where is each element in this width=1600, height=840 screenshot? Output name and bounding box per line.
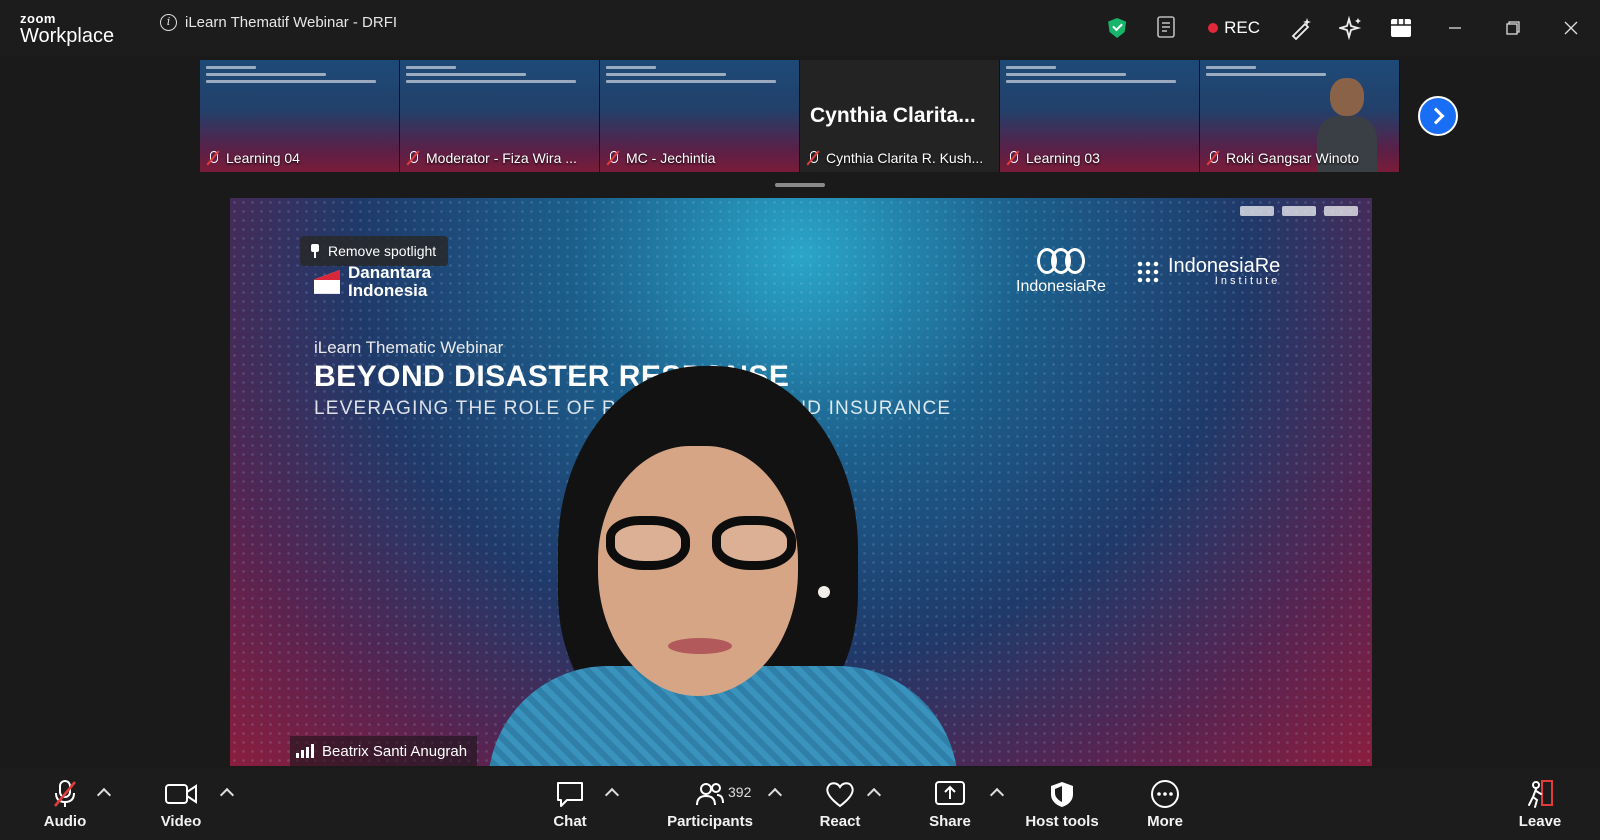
zoom-workplace-logo: zoom Workplace — [20, 12, 114, 46]
logo-left-line2: Indonesia — [348, 280, 428, 300]
participant-thumbnail[interactable]: MC - Jechintia — [600, 60, 800, 172]
remove-spotlight-button[interactable]: Remove spotlight — [300, 236, 449, 266]
speaker-video — [488, 366, 958, 766]
participant-name: Cynthia Clarita R. Kush... — [826, 150, 984, 166]
notes-icon[interactable] — [1142, 0, 1192, 56]
participant-thumbnail[interactable]: Learning 03 — [1000, 60, 1200, 172]
info-icon[interactable]: i — [160, 14, 177, 31]
react-label: React — [819, 812, 861, 830]
participant-name: Roki Gangsar Winoto — [1226, 150, 1360, 166]
chat-options-chevron-icon[interactable] — [604, 787, 620, 803]
minimize-button[interactable] — [1426, 0, 1484, 56]
video-label: Video — [160, 812, 202, 830]
logo-right2-line2: Institute — [1214, 275, 1281, 287]
mic-muted-icon — [806, 150, 820, 166]
share-label: Share — [929, 812, 971, 830]
meeting-toolbar: Audio Video Chat Participants 392 React … — [0, 768, 1600, 840]
participants-label: Participants — [667, 812, 753, 830]
leave-label: Leave — [1518, 812, 1562, 830]
audio-button[interactable]: Audio — [40, 768, 90, 840]
react-options-chevron-icon[interactable] — [866, 787, 882, 803]
rec-label: REC — [1224, 18, 1260, 37]
mic-muted-icon — [406, 150, 420, 166]
chevron-right-icon — [1427, 107, 1444, 125]
more-label: More — [1147, 812, 1183, 830]
meeting-info[interactable]: i iLearn Thematif Webinar - DRFI — [160, 14, 397, 31]
participant-name: Learning 03 — [1026, 150, 1100, 166]
participant-name: MC - Jechintia — [626, 150, 716, 166]
mic-muted-icon — [606, 150, 620, 166]
security-shield-icon[interactable] — [1092, 0, 1142, 56]
indonesiare-institute-logo: IndonesiaRe Institute — [1136, 256, 1280, 287]
spotlight-video[interactable]: Danantara Indonesia Remove spotlight Indo… — [230, 198, 1372, 766]
ai-companion-icon[interactable] — [1326, 0, 1376, 56]
react-button[interactable]: React — [815, 768, 865, 840]
participant-thumbnail[interactable]: Roki Gangsar Winoto — [1200, 60, 1400, 172]
participants-button[interactable]: Participants — [660, 768, 760, 840]
meeting-title: iLearn Thematif Webinar - DRFI — [185, 14, 398, 31]
chat-label: Chat — [553, 812, 587, 830]
danantara-logo: Danantara Indonesia — [314, 264, 431, 300]
chat-button[interactable]: Chat — [540, 768, 600, 840]
recording-indicator[interactable]: REC — [1192, 18, 1276, 38]
leave-button[interactable]: Leave — [1517, 768, 1563, 840]
host-tools-label: Host tools — [1025, 812, 1099, 830]
record-dot-icon — [1208, 23, 1219, 33]
host-tools-button[interactable]: Host tools — [1022, 768, 1102, 840]
close-button[interactable] — [1542, 0, 1600, 56]
participant-display-name: Cynthia Clarita... — [810, 104, 976, 127]
speaker-name: Beatrix Santi Anugrah — [322, 742, 468, 760]
logo-brand-bottom: Workplace — [20, 25, 115, 47]
logo-brand-top: zoom — [20, 11, 56, 26]
signal-strength-icon — [296, 744, 314, 758]
participant-thumbnail[interactable]: Moderator - Fiza Wira ... — [400, 60, 600, 172]
participant-name: Learning 04 — [226, 150, 300, 166]
participant-thumbnail-strip: Learning 04 Moderator - Fiza Wira ... MC… — [200, 60, 1400, 172]
participants-options-chevron-icon[interactable] — [767, 787, 783, 803]
share-button[interactable]: Share — [925, 768, 975, 840]
video-button[interactable]: Video — [155, 768, 207, 840]
remove-spotlight-label: Remove spotlight — [328, 243, 437, 259]
participant-name: Moderator - Fiza Wira ... — [426, 150, 577, 166]
video-options-chevron-icon[interactable] — [219, 787, 235, 803]
pin-icon — [310, 244, 320, 258]
mic-muted-icon — [206, 150, 220, 166]
title-bar: zoom Workplace i iLearn Thematif Webinar… — [0, 0, 1600, 56]
annotate-pen-icon[interactable] — [1276, 0, 1326, 56]
mini-logos — [1240, 206, 1358, 216]
more-button[interactable]: More — [1140, 768, 1190, 840]
participants-count: 392 — [728, 784, 752, 800]
restore-button[interactable] — [1484, 0, 1542, 56]
logo-right2-line1: IndonesiaRe — [1168, 255, 1281, 277]
speaker-name-tag: Beatrix Santi Anugrah — [290, 736, 478, 766]
mic-muted-icon — [1206, 150, 1220, 166]
next-page-button[interactable] — [1418, 96, 1458, 136]
audio-options-chevron-icon[interactable] — [96, 787, 112, 803]
audio-label: Audio — [43, 812, 87, 830]
webinar-subtitle: iLearn Thematic Webinar — [314, 338, 504, 357]
mic-muted-icon — [1006, 150, 1020, 166]
participant-thumbnail[interactable]: Learning 04 — [200, 60, 400, 172]
logo-left-line1: Danantara — [348, 263, 432, 282]
indonesiare-logo: IndonesiaRe — [1016, 248, 1106, 296]
share-options-chevron-icon[interactable] — [989, 787, 1005, 803]
view-layout-icon[interactable] — [1376, 0, 1426, 56]
participant-thumbnail[interactable]: Cynthia Clarita... Cynthia Clarita R. Ku… — [800, 60, 1000, 172]
logo-right1-label: IndonesiaRe — [1016, 278, 1106, 295]
strip-resize-handle[interactable] — [775, 183, 825, 187]
